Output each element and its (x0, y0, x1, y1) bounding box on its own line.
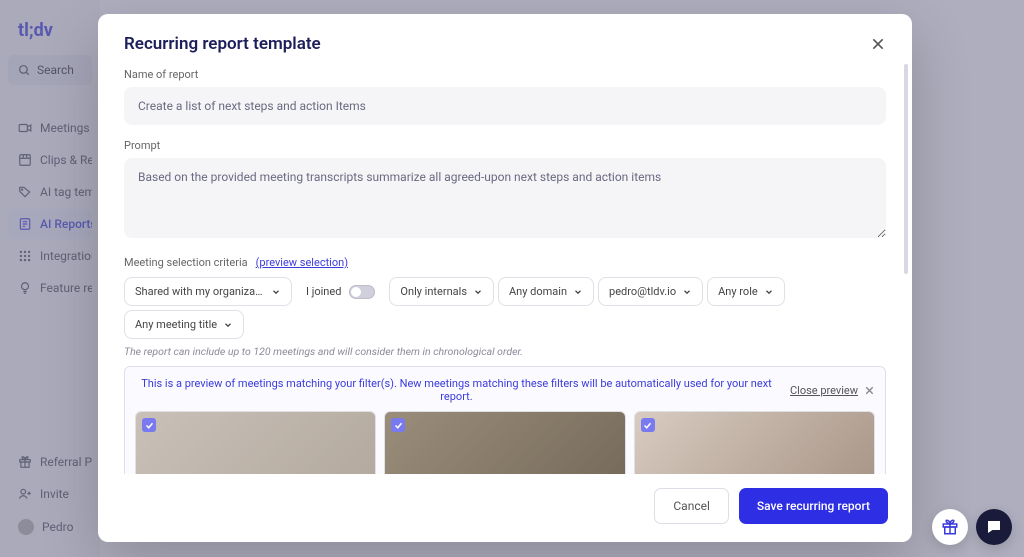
meeting-card[interactable]: Creators' Hangout 03/18/2024 47 mins (634, 411, 875, 474)
criteria-label: Meeting selection criteria (124, 256, 248, 269)
meeting-card[interactable]: Creators' Hangout 03/25/2024 1h 5 (135, 411, 376, 474)
prompt-label: Prompt (124, 139, 886, 152)
filter-joined-toggle[interactable]: I joined (296, 277, 385, 306)
recurring-report-modal: Recurring report template Name of report… (98, 14, 912, 542)
meeting-thumbnail (385, 412, 624, 474)
selected-check-icon[interactable] (641, 418, 655, 432)
preview-selection-link[interactable]: (preview selection) (256, 256, 348, 269)
name-label: Name of report (124, 68, 886, 81)
chat-fab[interactable] (976, 509, 1012, 545)
meeting-thumbnail (136, 412, 375, 474)
scrollbar[interactable] (904, 64, 908, 274)
close-icon[interactable] (864, 385, 875, 396)
chevron-down-icon (573, 287, 583, 297)
filter-only-internals[interactable]: Only internals (389, 277, 494, 306)
selected-check-icon[interactable] (142, 418, 156, 432)
gift-icon (941, 518, 959, 536)
preview-banner-text: This is a preview of meetings matching y… (135, 377, 778, 403)
cancel-button[interactable]: Cancel (654, 488, 729, 524)
report-name-input[interactable] (124, 87, 886, 125)
criteria-helper-text: The report can include up to 120 meeting… (124, 345, 886, 358)
meeting-card[interactable]: Pedro x Raph Weekly Catch-Up 03/21/2024 … (384, 411, 625, 474)
gift-fab[interactable] (932, 509, 968, 545)
chevron-down-icon (271, 287, 281, 297)
filter-any-role[interactable]: Any role (707, 277, 785, 306)
toggle-switch[interactable] (349, 285, 375, 299)
chevron-down-icon (682, 287, 692, 297)
chevron-down-icon (764, 287, 774, 297)
filter-any-domain[interactable]: Any domain (498, 277, 594, 306)
modal-title: Recurring report template (124, 34, 321, 54)
chevron-down-icon (473, 287, 483, 297)
prompt-textarea[interactable] (124, 158, 886, 238)
filter-shared-with[interactable]: Shared with my organizati… (124, 277, 292, 306)
meeting-thumbnail (635, 412, 874, 474)
close-modal-button[interactable] (870, 36, 886, 52)
preview-box: This is a preview of meetings matching y… (124, 366, 886, 474)
chat-icon (985, 518, 1003, 536)
chevron-down-icon (223, 320, 233, 330)
filter-any-title[interactable]: Any meeting title (124, 310, 244, 339)
close-preview-link[interactable]: Close preview (790, 384, 858, 397)
filter-email[interactable]: pedro@tldv.io (598, 277, 703, 306)
selected-check-icon[interactable] (391, 418, 405, 432)
save-recurring-report-button[interactable]: Save recurring report (739, 488, 888, 524)
